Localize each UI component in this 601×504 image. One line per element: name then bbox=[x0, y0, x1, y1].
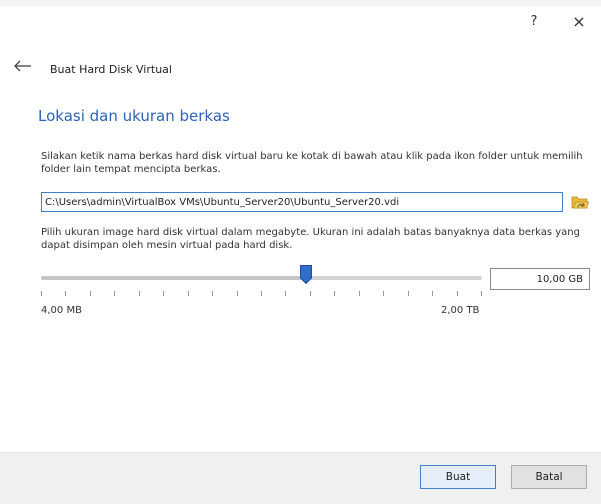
slider-handle-icon bbox=[299, 265, 312, 285]
folder-open-icon bbox=[571, 196, 590, 209]
slider-tick bbox=[481, 291, 482, 296]
wizard-title: Buat Hard Disk Virtual bbox=[50, 63, 172, 76]
create-button[interactable]: Buat bbox=[420, 465, 496, 489]
slider-ticks bbox=[41, 291, 482, 297]
slider-tick bbox=[285, 291, 286, 296]
location-description: Silakan ketik nama berkas hard disk virt… bbox=[41, 151, 583, 175]
slider-tick bbox=[237, 291, 238, 296]
slider-tick bbox=[212, 291, 213, 296]
slider-max-label: 2,00 TB bbox=[441, 305, 480, 316]
title-bar bbox=[0, 6, 601, 38]
slider-tick bbox=[359, 291, 360, 296]
slider-tick bbox=[90, 291, 91, 296]
size-description: Pilih ukuran image hard disk virtual dal… bbox=[41, 227, 580, 251]
section-title: Lokasi dan ukuran berkas bbox=[38, 107, 230, 125]
cancel-button[interactable]: Batal bbox=[511, 465, 587, 489]
help-button[interactable]: ? bbox=[524, 12, 544, 32]
back-button[interactable] bbox=[12, 56, 34, 76]
arrow-left-icon bbox=[14, 60, 31, 72]
slider-tick bbox=[261, 291, 262, 296]
slider-tick bbox=[457, 291, 458, 296]
slider-fill bbox=[41, 276, 306, 280]
slider-tick bbox=[432, 291, 433, 296]
close-button[interactable]: × bbox=[568, 12, 590, 32]
choose-folder-button[interactable] bbox=[571, 194, 590, 210]
slider-tick bbox=[310, 291, 311, 296]
slider-tick bbox=[114, 291, 115, 296]
slider-tick bbox=[65, 291, 66, 296]
slider-tick bbox=[188, 291, 189, 296]
slider-tick bbox=[163, 291, 164, 296]
file-path-input[interactable] bbox=[41, 192, 563, 212]
disk-size-input[interactable] bbox=[490, 268, 590, 290]
disk-size-slider[interactable] bbox=[41, 276, 482, 280]
slider-tick bbox=[383, 291, 384, 296]
slider-tick bbox=[334, 291, 335, 296]
slider-tick bbox=[41, 291, 42, 296]
slider-thumb[interactable] bbox=[299, 265, 312, 285]
slider-tick bbox=[408, 291, 409, 296]
slider-min-label: 4,00 MB bbox=[41, 305, 82, 316]
slider-tick bbox=[139, 291, 140, 296]
